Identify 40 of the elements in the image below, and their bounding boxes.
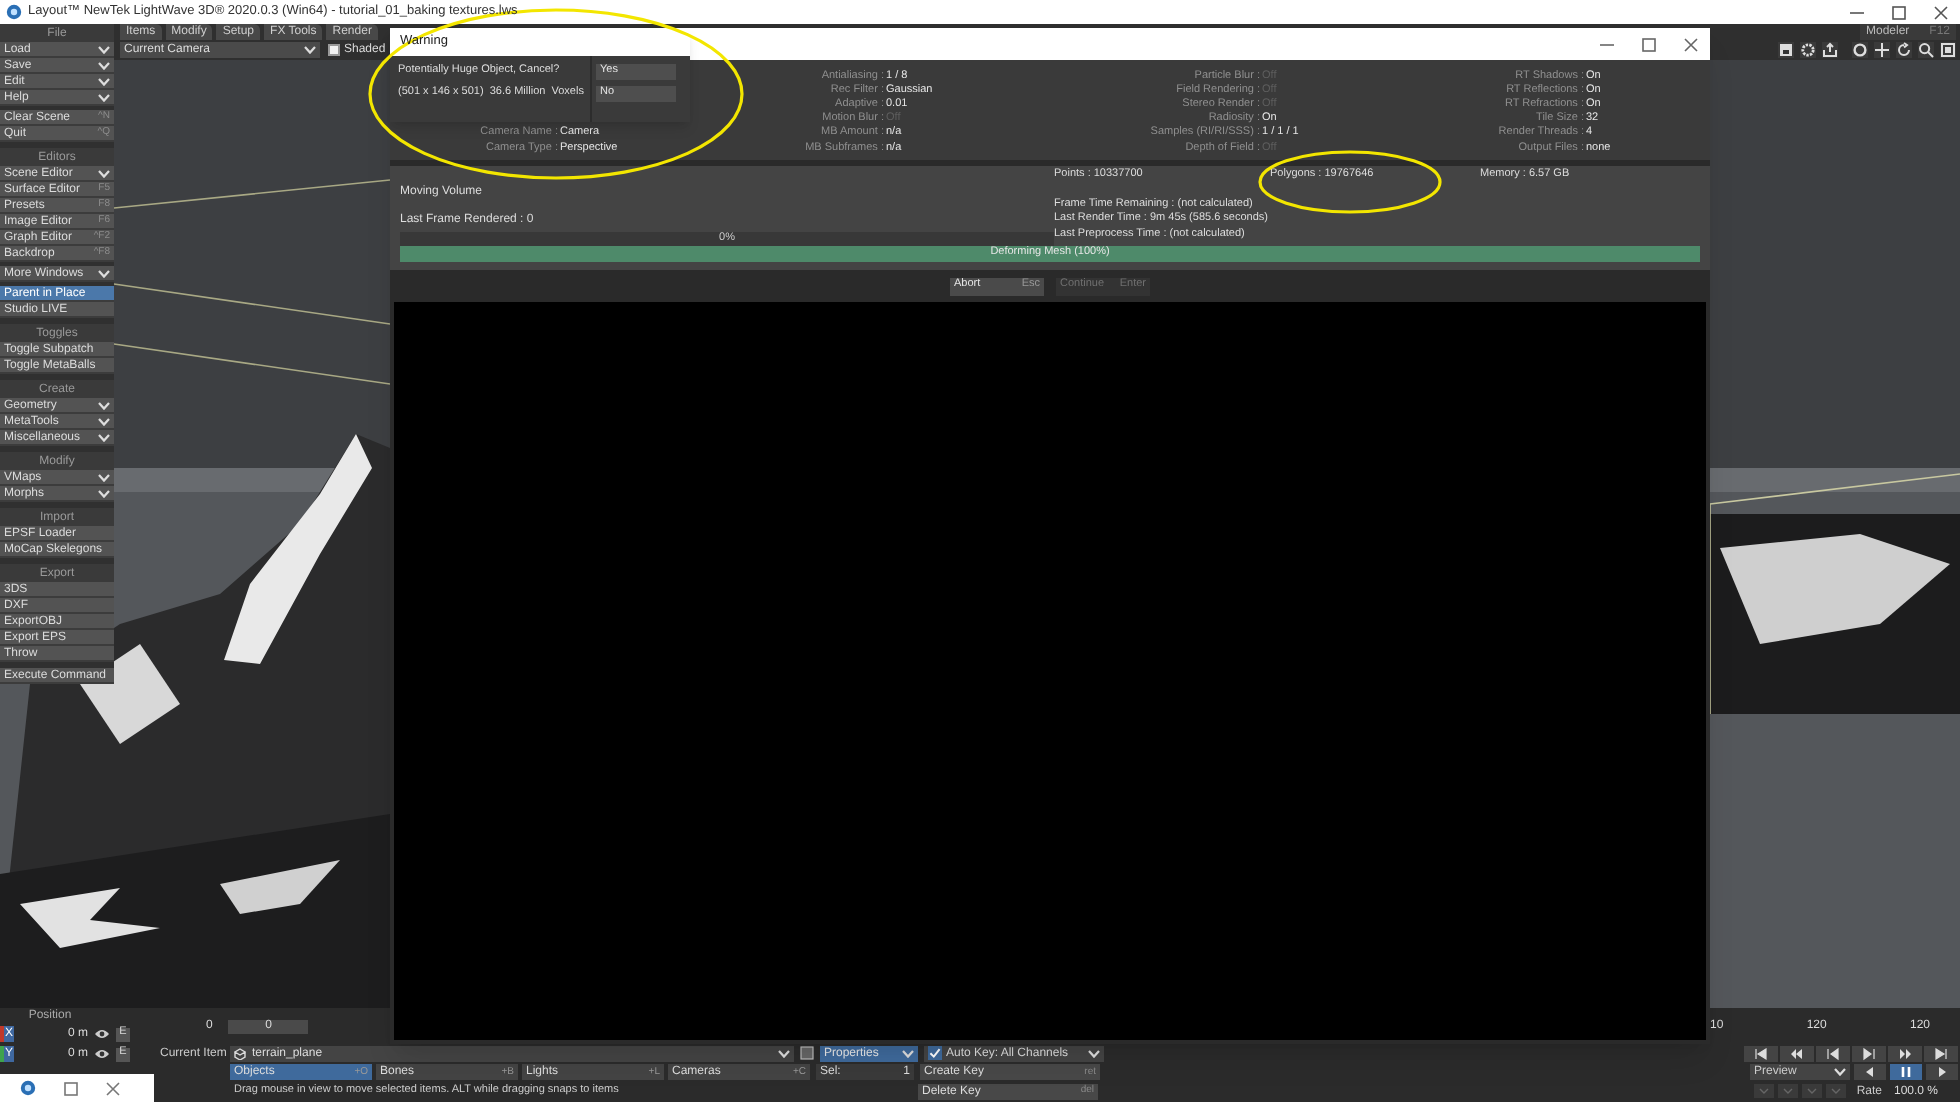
square-icon[interactable] — [800, 1046, 814, 1061]
dim-button-icon — [1802, 1084, 1823, 1099]
caret-icon — [304, 46, 316, 54]
gear-icon[interactable] — [1800, 42, 1816, 58]
caret-icon — [1088, 1049, 1100, 1058]
maximize-icon — [1892, 5, 1906, 19]
app-logo-icon — [6, 4, 22, 20]
eye-icon[interactable] — [94, 1048, 110, 1060]
dim-button-icon — [1754, 1084, 1775, 1099]
close-icon — [1934, 5, 1948, 19]
disk-icon[interactable] — [1778, 42, 1794, 58]
frame-icon[interactable] — [1940, 42, 1956, 58]
caret-icon — [1834, 1068, 1846, 1077]
tray-icon[interactable] — [1822, 42, 1838, 58]
next-key-icon[interactable] — [1888, 1045, 1922, 1062]
step-forward-icon[interactable] — [1852, 1045, 1886, 1062]
cross-arrows-icon[interactable] — [1874, 42, 1890, 58]
app-logo-icon — [20, 1080, 36, 1096]
play-icon[interactable] — [1926, 1064, 1958, 1081]
search-icon[interactable] — [1918, 42, 1934, 58]
play-reverse-icon[interactable] — [1854, 1064, 1886, 1081]
caret-icon — [98, 169, 110, 177]
dim-button-icon — [1826, 1084, 1847, 1099]
object-icon — [234, 1047, 246, 1060]
previous-key-icon[interactable] — [1780, 1045, 1814, 1062]
close-icon — [1684, 37, 1698, 51]
step-back-icon[interactable] — [1816, 1045, 1850, 1062]
first-frame-icon[interactable] — [1744, 1045, 1778, 1062]
maximize-icon — [1642, 37, 1656, 51]
caret-icon — [902, 1049, 914, 1058]
caret-icon — [778, 1049, 790, 1058]
rotate-icon[interactable] — [1896, 42, 1912, 58]
circle-icon[interactable] — [1852, 42, 1868, 58]
eye-icon[interactable] — [94, 1028, 110, 1040]
pause-icon[interactable] — [1890, 1064, 1922, 1081]
dim-button-icon — [1778, 1084, 1799, 1099]
maximize-icon[interactable] — [64, 1081, 78, 1095]
caret-icon — [98, 269, 110, 277]
close-icon[interactable] — [106, 1081, 120, 1095]
last-frame-icon[interactable] — [1924, 1045, 1958, 1062]
